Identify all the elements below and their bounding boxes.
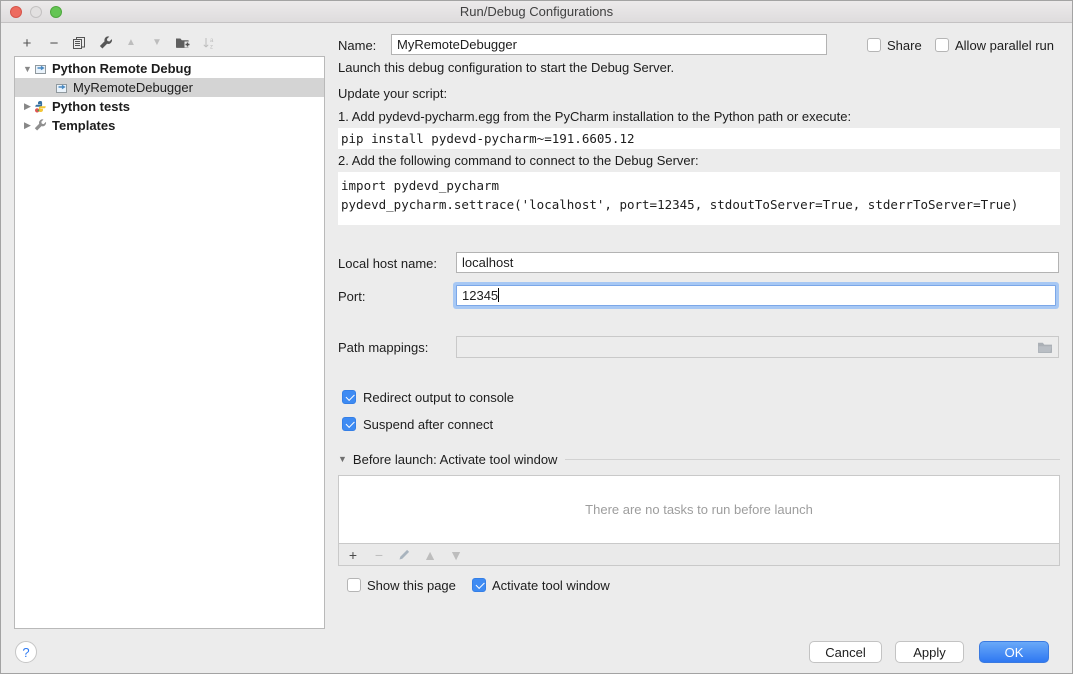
redirect-output-checkbox[interactable]: [342, 390, 356, 404]
copy-configuration-button[interactable]: [69, 33, 89, 53]
browse-folder-icon[interactable]: [1037, 341, 1053, 354]
tree-item-label: MyRemoteDebugger: [73, 80, 193, 95]
help-button[interactable]: ?: [15, 641, 37, 663]
port-label: Port:: [338, 289, 365, 305]
configurations-tree: ▼ Python Remote Debug MyRemoteDebugger ▶…: [14, 56, 325, 629]
intro-text: Launch this debug configuration to start…: [338, 60, 674, 76]
allow-parallel-run-label: Allow parallel run: [955, 38, 1054, 54]
update-script-text: Update your script:: [338, 86, 447, 102]
redirect-output-label: Redirect output to console: [363, 390, 514, 406]
sort-configurations-button[interactable]: a z: [199, 33, 219, 53]
before-launch-tasks-list[interactable]: There are no tasks to run before launch: [338, 475, 1060, 544]
share-checkbox[interactable]: [867, 38, 881, 52]
plus-icon: +: [23, 35, 32, 52]
edit-task-button[interactable]: [398, 548, 411, 561]
add-task-button[interactable]: +: [346, 547, 360, 563]
remove-configuration-button[interactable]: −: [44, 33, 64, 53]
text-caret: [498, 288, 499, 302]
before-launch-header[interactable]: ▼ Before launch: Activate tool window: [338, 451, 1060, 467]
port-input[interactable]: 12345: [456, 285, 1056, 306]
tree-item-python-tests[interactable]: ▶ Python tests: [15, 97, 324, 116]
suspend-after-connect-label: Suspend after connect: [363, 417, 493, 433]
path-mappings-input[interactable]: [456, 336, 1059, 358]
code-settrace-line: pydevd_pycharm.settrace('localhost', por…: [341, 197, 1018, 212]
titlebar: Run/Debug Configurations: [1, 1, 1072, 23]
add-configuration-button[interactable]: +: [17, 33, 37, 53]
activate-tool-window-label: Activate tool window: [492, 578, 610, 594]
apply-button[interactable]: Apply: [895, 641, 964, 663]
name-label: Name:: [338, 38, 376, 54]
move-down-button[interactable]: ▼: [147, 33, 167, 53]
python-tests-icon: [34, 100, 47, 113]
show-this-page-checkbox[interactable]: [347, 578, 361, 592]
name-input[interactable]: [391, 34, 827, 55]
svg-text:a: a: [210, 38, 214, 44]
header-divider: [565, 459, 1060, 460]
local-host-input[interactable]: [456, 252, 1059, 273]
show-this-page-label: Show this page: [367, 578, 456, 594]
tree-item-myremotedebugger[interactable]: MyRemoteDebugger: [15, 78, 324, 97]
step2-text: 2. Add the following command to connect …: [338, 153, 699, 169]
settrace-code: import pydevd_pycharm pydevd_pycharm.sett…: [338, 172, 1060, 225]
tree-item-label: Python tests: [52, 99, 130, 114]
expander-collapsed-icon[interactable]: ▶: [21, 101, 34, 112]
window-title: Run/Debug Configurations: [1, 4, 1072, 19]
tree-item-label: Templates: [52, 118, 115, 133]
remote-debug-config-icon: [34, 62, 47, 75]
before-launch-title: Before launch: Activate tool window: [353, 452, 558, 467]
activate-tool-window-checkbox[interactable]: [472, 578, 486, 592]
copy-icon: [72, 36, 86, 50]
share-label: Share: [887, 38, 922, 54]
tree-item-python-remote-debug[interactable]: ▼ Python Remote Debug: [15, 59, 324, 78]
new-folder-icon: [175, 36, 191, 50]
tree-item-templates[interactable]: ▶ Templates: [15, 116, 324, 135]
suspend-after-connect-checkbox[interactable]: [342, 417, 356, 431]
no-tasks-message: There are no tasks to run before launch: [585, 502, 813, 517]
svg-text:z: z: [210, 45, 213, 51]
cancel-button[interactable]: Cancel: [809, 641, 882, 663]
sort-az-icon: a z: [202, 36, 216, 50]
question-mark-icon: ?: [22, 645, 29, 660]
expander-collapsed-icon[interactable]: ▶: [21, 120, 34, 131]
minus-icon: −: [50, 35, 59, 52]
code-import-line: import pydevd_pycharm: [341, 178, 499, 193]
ok-button[interactable]: OK: [979, 641, 1049, 663]
allow-parallel-run-checkbox[interactable]: [935, 38, 949, 52]
expander-expanded-icon[interactable]: ▼: [21, 64, 34, 74]
run-debug-configurations-dialog: Run/Debug Configurations + − ▲ ▼ a z: [0, 0, 1073, 674]
pip-install-code: pip install pydevd-pycharm~=191.6605.12: [338, 128, 1060, 149]
tree-item-label: Python Remote Debug: [52, 61, 191, 76]
templates-wrench-icon: [34, 119, 47, 132]
section-expander-icon[interactable]: ▼: [338, 454, 347, 464]
local-host-label: Local host name:: [338, 256, 437, 272]
move-task-down-button[interactable]: ▼: [449, 550, 463, 560]
triangle-up-icon: ▲: [126, 38, 136, 48]
move-up-button[interactable]: ▲: [121, 33, 141, 53]
path-mappings-label: Path mappings:: [338, 340, 428, 356]
remote-debug-config-icon: [55, 81, 68, 94]
tasks-toolbar: + − ▲ ▼: [338, 544, 1060, 566]
new-folder-button[interactable]: [173, 33, 193, 53]
port-value: 12345: [462, 288, 498, 303]
remove-task-button[interactable]: −: [372, 547, 386, 563]
wrench-icon: [99, 36, 113, 50]
move-task-up-button[interactable]: ▲: [423, 550, 437, 560]
edit-templates-button[interactable]: [96, 33, 116, 53]
triangle-down-icon: ▼: [152, 38, 162, 48]
step1-text: 1. Add pydevd-pycharm.egg from the PyCha…: [338, 109, 851, 125]
